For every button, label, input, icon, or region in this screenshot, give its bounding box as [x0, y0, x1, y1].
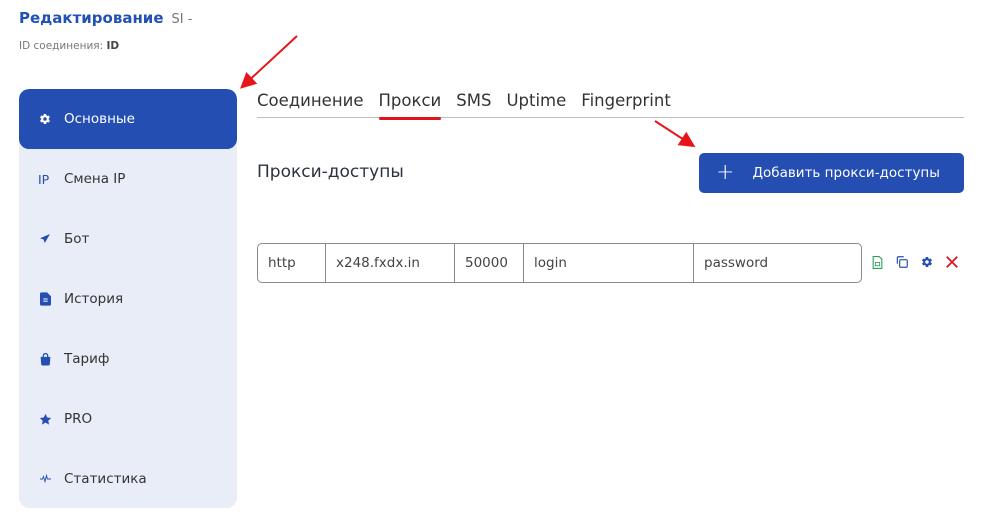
star-icon: [38, 412, 52, 426]
settings-gear-icon[interactable]: [919, 254, 935, 270]
proxy-password-field[interactable]: password: [694, 244, 861, 282]
connection-id-label: ID соединения:: [19, 40, 104, 52]
document-icon: [38, 292, 52, 306]
page-title: Редактирование: [19, 9, 164, 27]
connection-id: ID соединения: ID: [19, 40, 119, 52]
tab-connection[interactable]: Соединение: [257, 91, 364, 118]
paper-plane-icon: [38, 232, 52, 246]
tab-bar: Соединение Прокси SMS Uptime Fingerprint: [257, 91, 964, 120]
sidebar-item-change-ip[interactable]: IP Смена IP: [19, 149, 237, 209]
sidebar-item-label: PRO: [64, 411, 93, 427]
proxy-protocol-field[interactable]: http: [258, 244, 326, 282]
tab-sms[interactable]: SMS: [456, 91, 491, 118]
page-subtitle: SI -: [171, 12, 193, 27]
sidebar-item-history[interactable]: История: [19, 269, 237, 329]
add-proxy-button[interactable]: + Добавить прокси-доступы: [699, 153, 964, 193]
pulse-icon: [38, 472, 52, 486]
connection-id-value: ID: [106, 40, 120, 52]
delete-icon[interactable]: [944, 254, 960, 270]
section-title: Прокси-доступы: [257, 162, 404, 182]
sidebar-item-main[interactable]: Основные: [19, 89, 237, 149]
sidebar-item-pro[interactable]: PRO: [19, 389, 237, 449]
sidebar: Основные IP Смена IP Бот История Тариф P…: [19, 89, 237, 508]
sidebar-item-bot[interactable]: Бот: [19, 209, 237, 269]
ip-icon: IP: [38, 171, 50, 187]
sidebar-item-label: История: [64, 291, 124, 307]
tab-uptime[interactable]: Uptime: [506, 91, 566, 118]
tab-proxy[interactable]: Прокси: [378, 91, 441, 120]
sidebar-item-label: Основные: [64, 111, 135, 127]
proxy-login-field[interactable]: login: [524, 244, 694, 282]
shopping-bag-icon: [38, 352, 52, 366]
copy-icon[interactable]: [894, 254, 910, 270]
sidebar-item-label: Статистика: [64, 471, 147, 487]
add-proxy-button-label: Добавить прокси-доступы: [752, 165, 940, 181]
proxy-row: http x248.fxdx.in 50000 login password: [257, 243, 862, 283]
plus-icon: +: [716, 160, 735, 185]
annotation-arrow-add-button: [654, 120, 696, 148]
proxy-port-field[interactable]: 50000: [455, 244, 524, 282]
sidebar-item-tariff[interactable]: Тариф: [19, 329, 237, 389]
proxy-row-actions: [869, 254, 960, 270]
export-file-icon[interactable]: [869, 254, 885, 270]
annotation-arrow-sidebar: [240, 35, 298, 89]
sidebar-item-label: Бот: [64, 231, 90, 247]
tab-fingerprint[interactable]: Fingerprint: [581, 91, 671, 118]
proxy-host-field[interactable]: x248.fxdx.in: [326, 244, 455, 282]
sidebar-item-label: Смена IP: [64, 171, 126, 187]
page-header: Редактирование SI -: [19, 9, 192, 27]
sidebar-item-statistics[interactable]: Статистика: [19, 449, 237, 508]
gear-icon: [38, 112, 52, 126]
sidebar-item-label: Тариф: [64, 351, 110, 367]
